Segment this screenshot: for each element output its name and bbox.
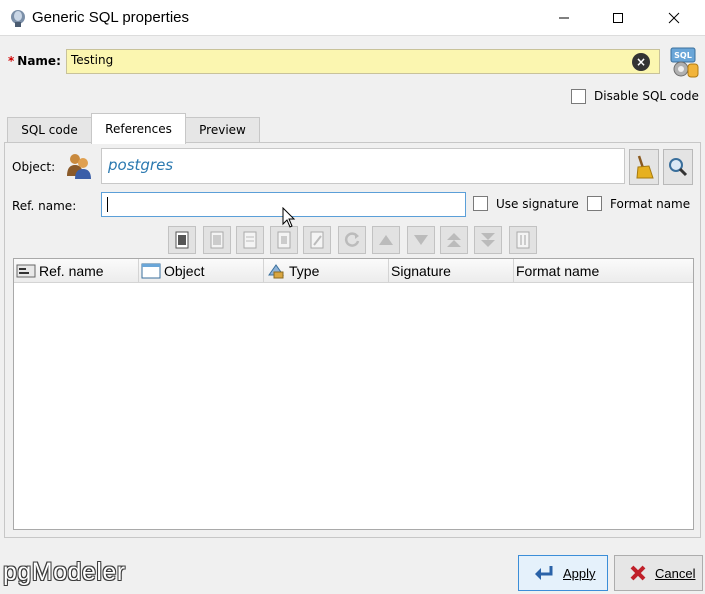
refresh-button[interactable]	[338, 226, 366, 254]
mouse-cursor-icon	[282, 207, 296, 228]
column-header-object[interactable]: Object	[139, 259, 264, 283]
close-button[interactable]	[651, 0, 697, 36]
clear-object-button[interactable]	[629, 149, 659, 185]
column-header-type[interactable]: Type	[264, 259, 389, 283]
apply-icon	[535, 566, 553, 580]
object-value: postgres	[108, 156, 174, 174]
name-input[interactable]: Testing	[66, 49, 660, 74]
name-label-text: Name:	[17, 54, 61, 68]
apply-button[interactable]: Apply	[518, 555, 608, 591]
refresh-icon	[344, 232, 360, 247]
name-label: * Name:	[8, 54, 61, 68]
pencil-icon	[310, 231, 324, 249]
cancel-icon	[630, 565, 646, 581]
move-up-button[interactable]	[372, 226, 400, 254]
disable-sql-option[interactable]: Disable SQL code	[571, 86, 699, 106]
column-object-label: Object	[164, 263, 205, 279]
add-row-icon	[175, 231, 189, 249]
tab-references[interactable]: References	[91, 113, 186, 144]
cancel-label: Cancel	[655, 565, 696, 581]
edit-item-button[interactable]	[236, 226, 264, 254]
select-object-button[interactable]	[663, 149, 693, 185]
move-bottom-button[interactable]	[474, 226, 502, 254]
column-header-format-name[interactable]: Format name	[514, 259, 693, 283]
double-arrow-up-icon	[447, 233, 461, 247]
window-title: Generic SQL properties	[32, 9, 190, 26]
name-row: * Name: Testing × SQL	[0, 44, 705, 80]
edit-row-icon	[243, 231, 257, 249]
column-signature-label: Signature	[391, 263, 451, 279]
role-icon	[67, 154, 91, 179]
pgmodeler-logo: pgModeler	[3, 558, 126, 586]
app-icon	[11, 10, 25, 27]
ref-name-label: Ref. name:	[12, 199, 77, 213]
arrow-up-icon	[379, 235, 393, 245]
type-column-icon	[268, 264, 284, 279]
column-ref-name-label: Ref. name	[39, 263, 104, 279]
double-arrow-down-icon	[481, 233, 495, 247]
column-header-signature[interactable]: Signature	[389, 259, 514, 283]
apply-label: Apply	[563, 565, 596, 581]
use-signature-checkbox[interactable]	[473, 196, 488, 211]
text-caret	[107, 197, 108, 212]
close-icon	[668, 12, 680, 24]
table-header: Ref. name Object Type Signature Format n…	[14, 259, 693, 283]
update-item-button[interactable]	[270, 226, 298, 254]
column-header-ref-name[interactable]: Ref. name	[14, 259, 139, 283]
update-row-icon	[277, 231, 291, 249]
move-down-button[interactable]	[407, 226, 435, 254]
move-top-button[interactable]	[440, 226, 468, 254]
broom-icon	[636, 155, 654, 179]
remove-row-icon	[210, 231, 224, 249]
clear-name-button[interactable]: ×	[632, 53, 650, 71]
format-name-checkbox[interactable]	[587, 196, 602, 211]
remove-all-button[interactable]	[509, 226, 537, 254]
column-type-label: Type	[289, 263, 320, 279]
minimize-icon	[559, 17, 569, 19]
format-name-option[interactable]: Format name	[587, 196, 690, 211]
tab-preview[interactable]: Preview	[185, 117, 260, 143]
minimize-button[interactable]	[541, 0, 587, 36]
ref-name-column-icon	[16, 264, 36, 278]
disable-sql-label: Disable SQL code	[594, 89, 699, 103]
edit-row-button[interactable]	[303, 226, 331, 254]
title-bar: Generic SQL properties	[0, 0, 705, 36]
arrow-down-icon	[414, 235, 428, 245]
object-field[interactable]: postgres	[101, 148, 625, 184]
object-label: Object:	[12, 160, 56, 174]
tab-sql-code[interactable]: SQL code	[7, 117, 92, 143]
column-format-name-label: Format name	[516, 263, 600, 279]
add-item-button[interactable]	[168, 226, 196, 254]
use-signature-option[interactable]: Use signature	[473, 196, 579, 211]
sql-object-icon: SQL	[670, 47, 699, 78]
cancel-button[interactable]: Cancel	[614, 555, 703, 591]
disable-sql-checkbox[interactable]	[571, 88, 586, 104]
use-signature-label: Use signature	[496, 196, 579, 211]
search-icon	[669, 158, 688, 177]
required-mark: *	[8, 54, 15, 68]
object-column-icon	[141, 263, 161, 279]
svg-text:SQL: SQL	[674, 51, 692, 60]
clear-list-icon	[516, 231, 530, 249]
references-table[interactable]: Ref. name Object Type Signature Format n…	[13, 258, 694, 530]
maximize-icon	[613, 13, 623, 23]
format-name-label: Format name	[610, 196, 691, 211]
remove-item-button[interactable]	[203, 226, 231, 254]
maximize-button[interactable]	[595, 0, 641, 36]
